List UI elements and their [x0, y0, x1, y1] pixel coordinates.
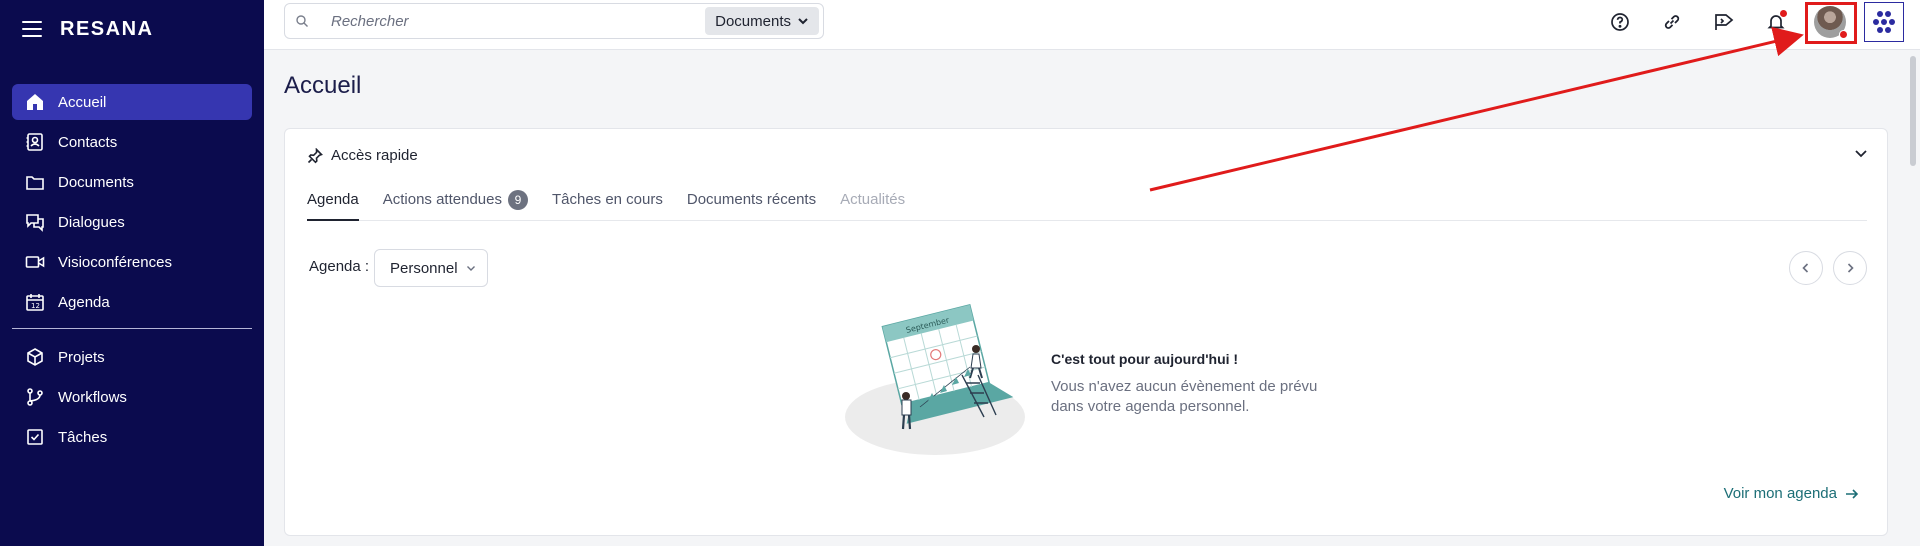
- previous-button[interactable]: [1789, 251, 1823, 285]
- tab-actualites[interactable]: Actualités: [840, 191, 905, 221]
- chevron-down-icon: [798, 18, 808, 25]
- video-icon: [24, 251, 46, 273]
- folder-icon: [24, 171, 46, 193]
- sidebar-item-label: Agenda: [58, 293, 110, 311]
- notification-bell-icon[interactable]: [1750, 0, 1802, 44]
- sidebar-item-label: Visioconférences: [58, 253, 172, 271]
- help-icon[interactable]: [1594, 0, 1646, 44]
- page-title: Accueil: [284, 72, 362, 99]
- voir-agenda-link[interactable]: Voir mon agenda: [1724, 485, 1859, 502]
- topbar: Rechercher Documents: [264, 0, 1920, 50]
- sidebar-divider: [12, 328, 252, 329]
- agenda-select[interactable]: Personnel: [374, 249, 488, 287]
- sidebar-item-workflows[interactable]: Workflows: [12, 379, 252, 415]
- tab-label: Actualités: [840, 191, 906, 208]
- quick-access-title: Accès rapide: [331, 147, 418, 164]
- svg-text:12: 12: [31, 302, 40, 310]
- sidebar-item-projets[interactable]: Projets: [12, 339, 252, 375]
- brand-bar: RESANA: [0, 0, 264, 58]
- link-icon[interactable]: [1646, 0, 1698, 44]
- sidebar-item-agenda[interactable]: 12 Agenda: [12, 284, 252, 320]
- tab-documents-recents[interactable]: Documents récents: [687, 191, 816, 221]
- tab-actions-attendues[interactable]: Actions attendues 9: [382, 190, 528, 221]
- sidebar-item-visioconferences[interactable]: Visioconférences: [12, 244, 252, 280]
- main-nav: Accueil Contacts Documents Dialogues Vis…: [12, 84, 252, 459]
- quick-access-header: Accès rapide: [307, 147, 418, 164]
- brand-logo: RESANA: [60, 17, 154, 40]
- tab-label: Actions attendues: [382, 191, 502, 208]
- search-icon: [295, 14, 309, 28]
- empty-state-title: C'est tout pour aujourd'hui !: [1051, 351, 1239, 367]
- annotation-highlight-box: [1805, 2, 1857, 44]
- tab-taches-en-cours[interactable]: Tâches en cours: [552, 191, 663, 221]
- menu-icon[interactable]: [22, 21, 42, 37]
- chevron-right-icon: [1847, 263, 1854, 273]
- checkbox-icon: [24, 426, 46, 448]
- home-icon: [24, 91, 46, 113]
- search-bar[interactable]: Rechercher Documents: [284, 3, 824, 39]
- sidebar-item-label: Documents: [58, 173, 134, 191]
- topbar-actions: [1594, 0, 1920, 44]
- search-input[interactable]: Rechercher: [331, 13, 705, 30]
- sidebar-item-label: Projets: [58, 348, 105, 366]
- empty-agenda-illustration: September: [845, 304, 1025, 455]
- arrow-right-icon: [1846, 488, 1859, 499]
- tab-label: Agenda: [307, 191, 359, 208]
- agenda-select-value: Personnel: [390, 259, 458, 277]
- notification-dot: [1779, 9, 1788, 18]
- scrollbar-thumb[interactable]: [1910, 56, 1916, 166]
- empty-state-text: Vous n'avez aucun évènement de prévu dan…: [1051, 378, 1318, 415]
- search-scope-label: Documents: [715, 12, 791, 30]
- sidebar-item-label: Accueil: [58, 93, 107, 111]
- tab-label: Tâches en cours: [551, 191, 663, 208]
- sidebar-item-dialogues[interactable]: Dialogues: [12, 204, 252, 240]
- chevron-left-icon: [1802, 263, 1809, 273]
- tab-agenda[interactable]: Agenda: [307, 191, 359, 221]
- sidebar-item-contacts[interactable]: Contacts: [12, 124, 252, 160]
- sidebar-item-label: Workflows: [58, 388, 127, 406]
- next-button[interactable]: [1833, 251, 1867, 285]
- page-scrollbar[interactable]: [1906, 50, 1920, 546]
- sidebar-item-taches[interactable]: Tâches: [12, 419, 252, 455]
- voir-agenda-label: Voir mon agenda: [1723, 485, 1837, 502]
- apps-grid-icon[interactable]: [1864, 2, 1904, 42]
- sidebar-item-label: Contacts: [58, 133, 118, 151]
- chat-icon: [24, 211, 46, 233]
- sidebar-item-accueil[interactable]: Accueil: [12, 84, 252, 120]
- calendar-icon: 12: [24, 291, 46, 313]
- count-badge: 9: [507, 190, 528, 210]
- sidebar-item-documents[interactable]: Documents: [12, 164, 252, 200]
- workflow-icon: [24, 386, 46, 408]
- cube-icon: [24, 346, 46, 368]
- user-menu[interactable]: [1802, 0, 1858, 44]
- sidebar: RESANA Accueil Contacts Documents Dialog…: [0, 0, 264, 546]
- chevron-down-icon: [466, 266, 475, 271]
- agenda-filter-label: Agenda :: [309, 258, 370, 275]
- quick-access-card: Accès rapide Agenda Actions attendues 9 T…: [284, 128, 1888, 536]
- sidebar-item-label: Dialogues: [58, 213, 125, 231]
- tour-flag-icon[interactable]: [1698, 0, 1750, 44]
- search-scope-dropdown[interactable]: Documents: [705, 7, 819, 35]
- sidebar-item-label: Tâches: [58, 428, 108, 446]
- contact-card-icon: [24, 131, 46, 153]
- pin-icon: [307, 147, 323, 163]
- collapse-chevron-icon[interactable]: [1853, 145, 1869, 166]
- quick-access-tabs: Agenda Actions attendues 9 Tâches en cour…: [307, 190, 1867, 221]
- tab-label: Documents récents: [686, 191, 817, 208]
